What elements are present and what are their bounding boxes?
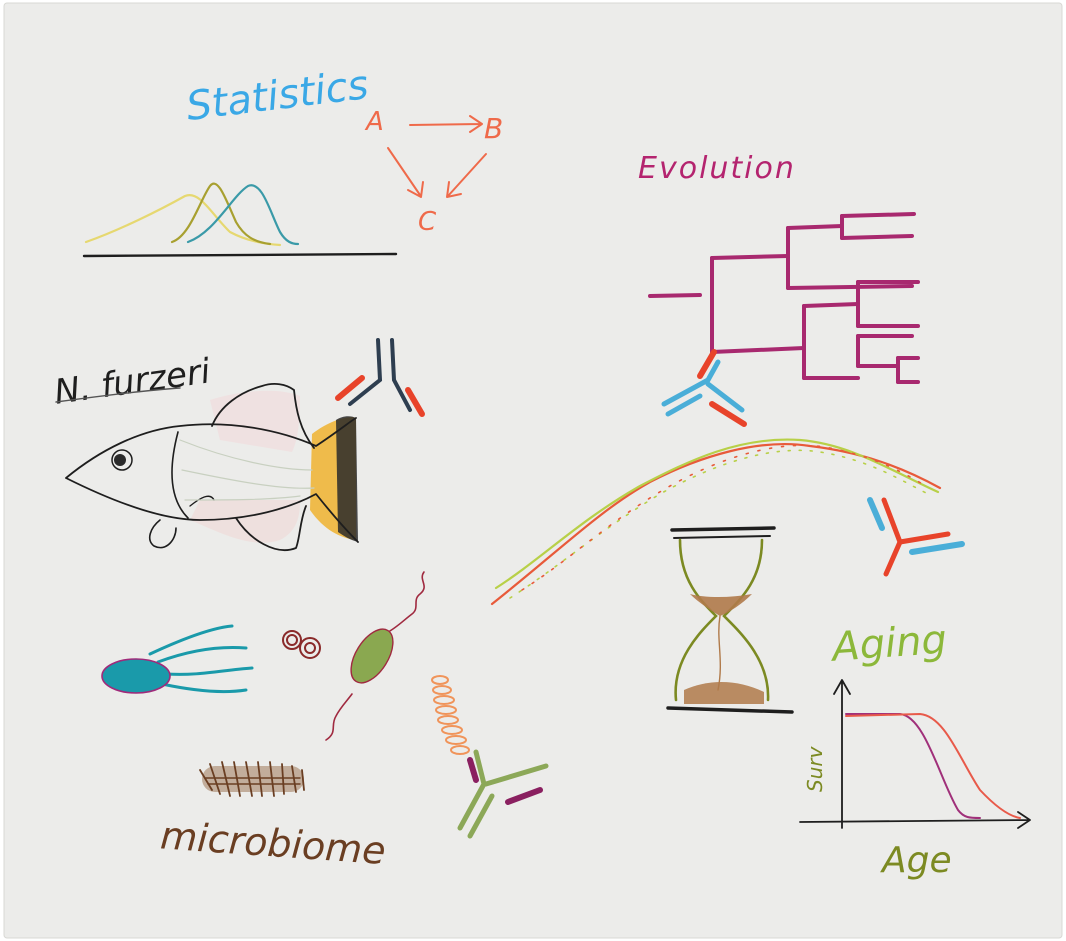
graph-node-b: B — [484, 112, 503, 145]
age-axis-label: Age — [880, 840, 952, 881]
aging-title: Aging — [828, 617, 949, 671]
sketch-canvas: Statistics A B C Evolution N. furzeri Ag… — [3, 2, 1063, 939]
graph-node-c: C — [418, 207, 437, 237]
ciliated-bacterium-icon — [199, 761, 305, 797]
survival-axis-label: Surv — [803, 745, 827, 792]
evolution-title: Evolution — [638, 151, 796, 186]
graph-node-a: A — [364, 107, 384, 137]
